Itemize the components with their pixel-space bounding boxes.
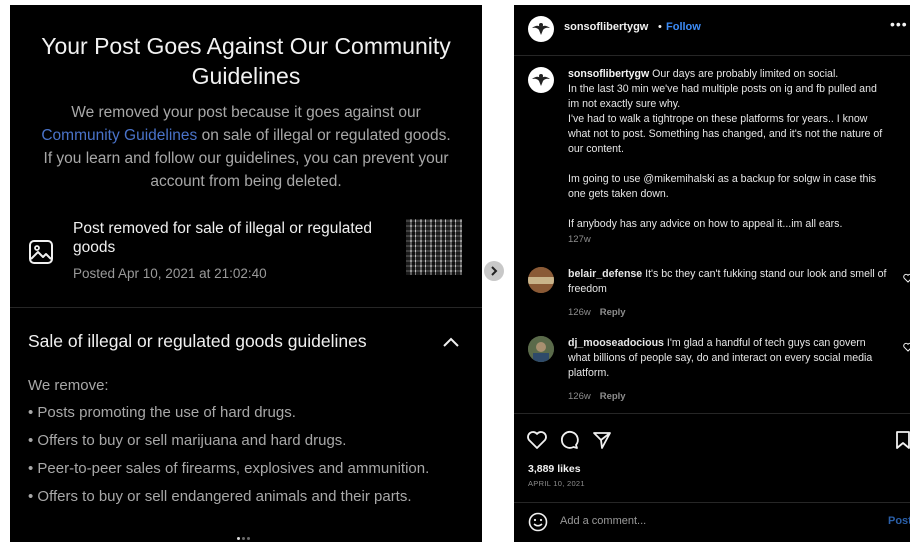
eagle-logo-icon	[528, 16, 554, 42]
image-icon	[29, 240, 53, 264]
removed-post-row[interactable]: Post removed for sale of illegal or regu…	[26, 217, 466, 297]
chevron-up-icon[interactable]	[442, 336, 460, 348]
comment-username[interactable]: dj_mooseadocious	[568, 337, 664, 349]
post-date: APRIL 10, 2021	[528, 479, 585, 488]
removed-post-title: Post removed for sale of illegal or regu…	[73, 220, 372, 256]
carousel-dot	[237, 537, 240, 540]
reply-button[interactable]: Reply	[600, 307, 626, 318]
comment-timestamp: 126w	[568, 391, 591, 402]
avatar[interactable]	[528, 336, 554, 362]
post-caption: sonsoflibertygw Our days are probably li…	[568, 67, 888, 247]
heart-icon[interactable]	[526, 429, 548, 451]
removed-post-thumbnail	[406, 219, 462, 275]
comment-username[interactable]: belair_defense	[568, 268, 642, 280]
notice-heading: Your Post Goes Against Our Community Gui…	[41, 33, 451, 89]
caption-username[interactable]: sonsoflibertygw	[568, 68, 649, 80]
user-avatar-icon	[528, 267, 554, 293]
separator-dot: •	[658, 21, 662, 33]
comment: dj_mooseadocious I'm glad a handful of t…	[568, 336, 888, 404]
more-options-button[interactable]: •••	[890, 16, 908, 32]
user-avatar-icon	[528, 336, 554, 362]
explanation-text-start: We removed your post because it goes aga…	[71, 104, 421, 121]
heart-icon[interactable]	[903, 342, 910, 352]
avatar[interactable]	[528, 67, 554, 93]
post-username[interactable]: sonsoflibertygw	[564, 21, 648, 33]
removed-post-date: Posted Apr 10, 2021 at 21:02:40	[73, 266, 267, 281]
chevron-right-icon	[491, 266, 498, 276]
divider	[514, 55, 910, 56]
post-button[interactable]: Post	[888, 515, 910, 527]
carousel-dots	[236, 527, 251, 542]
eagle-logo-icon	[528, 67, 554, 93]
caption-timestamp: 127w	[568, 234, 591, 245]
comment-icon[interactable]	[558, 429, 580, 451]
emoji-icon[interactable]	[528, 512, 548, 532]
list-item: • Offers to buy or sell endangered anima…	[28, 488, 412, 505]
avatar[interactable]	[528, 267, 554, 293]
avatar[interactable]	[528, 16, 554, 42]
guidelines-section-title[interactable]: Sale of illegal or regulated goods guide…	[28, 331, 367, 352]
list-item: • Peer-to-peer sales of firearms, explos…	[28, 460, 430, 477]
reply-button[interactable]: Reply	[600, 391, 626, 402]
post-panel: sonsoflibertygw • Follow ••• sonsofliber…	[514, 5, 910, 542]
caption-text: Our days are probably limited on social.…	[568, 68, 883, 230]
carousel-dot	[247, 537, 250, 540]
divider	[10, 307, 482, 308]
heart-icon[interactable]	[903, 273, 910, 283]
divider	[514, 413, 910, 414]
comment-input[interactable]: Add a comment...	[560, 515, 646, 527]
next-slide-button[interactable]	[484, 261, 504, 281]
community-guidelines-link[interactable]: Community Guidelines	[41, 127, 197, 144]
share-icon[interactable]	[591, 429, 613, 451]
removal-notice-panel: Your Post Goes Against Our Community Gui…	[10, 5, 482, 542]
rules-list: • Posts promoting the use of hard drugs.…	[28, 401, 448, 513]
follow-button[interactable]: Follow	[666, 21, 701, 33]
comment: belair_defense It's bc they can't fukkin…	[568, 267, 888, 320]
list-item: • Offers to buy or sell marijuana and ha…	[28, 432, 347, 449]
bookmark-icon[interactable]	[892, 429, 910, 451]
we-remove-label: We remove:	[28, 377, 109, 394]
comment-timestamp: 126w	[568, 307, 591, 318]
divider	[514, 502, 910, 503]
carousel-dot	[242, 537, 245, 540]
likes-count[interactable]: 3,889 likes	[528, 463, 581, 475]
notice-explanation: We removed your post because it goes aga…	[38, 101, 454, 193]
list-item: • Posts promoting the use of hard drugs.	[28, 404, 296, 421]
